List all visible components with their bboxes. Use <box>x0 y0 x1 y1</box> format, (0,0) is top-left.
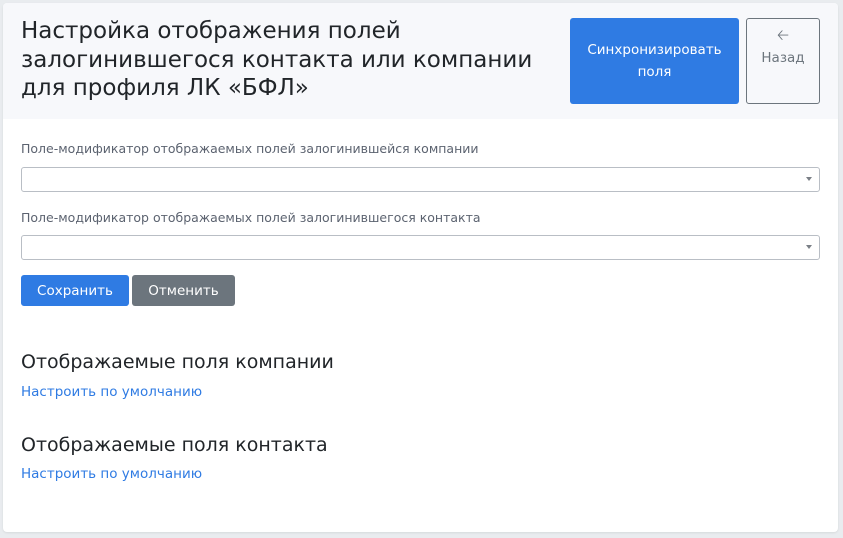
company-default-link[interactable]: Настроить по умолчанию <box>21 384 202 400</box>
chevron-down-icon <box>806 177 812 181</box>
cancel-button[interactable]: Отменить <box>132 275 235 306</box>
page-title: Настройка отображения полей залогинившег… <box>21 18 533 101</box>
back-button-label: Назад <box>761 50 805 66</box>
company-fields-title: Отображаемые поля компании <box>21 351 334 373</box>
company-field-label: Поле-модификатор отображаемых полей зало… <box>21 141 479 156</box>
sync-fields-button[interactable]: Синхронизировать поля <box>570 18 739 104</box>
settings-card: Настройка отображения полей залогинившег… <box>3 3 838 532</box>
arrow-left-icon: 🡠 <box>776 26 790 44</box>
card-header: Настройка отображения полей залогинившег… <box>3 3 838 119</box>
chevron-down-icon <box>806 245 812 249</box>
contact-default-link[interactable]: Настроить по умолчанию <box>21 466 202 482</box>
company-field-select[interactable] <box>21 167 820 192</box>
contact-field-label: Поле-модификатор отображаемых полей зало… <box>21 210 481 225</box>
back-button[interactable]: 🡠 Назад <box>746 18 820 104</box>
save-button[interactable]: Сохранить <box>21 275 129 306</box>
contact-fields-title: Отображаемые поля контакта <box>21 434 328 456</box>
contact-field-select[interactable] <box>21 235 820 260</box>
